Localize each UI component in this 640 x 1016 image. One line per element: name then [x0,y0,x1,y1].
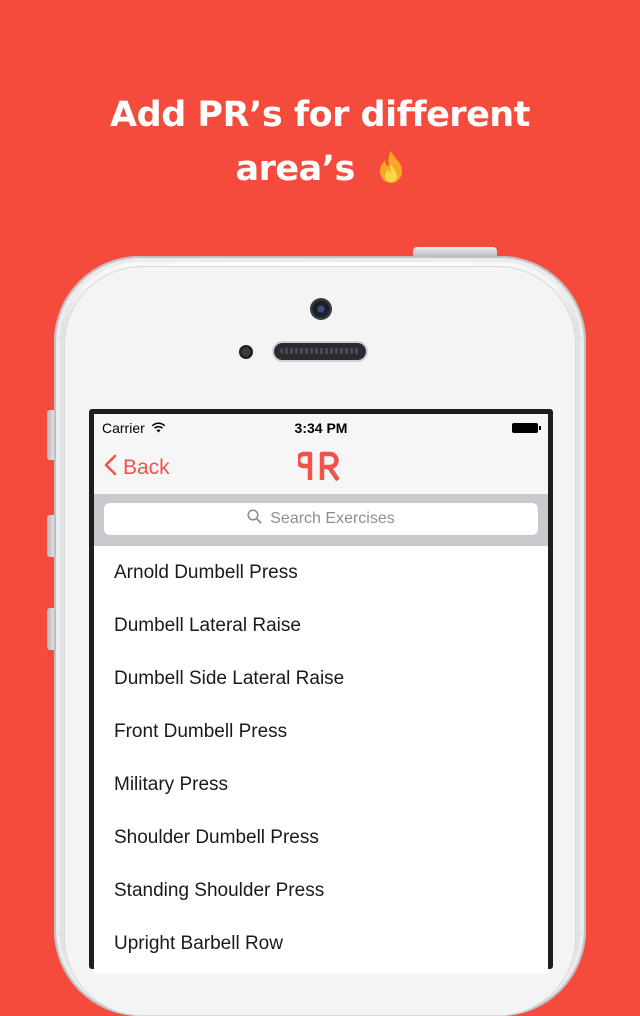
fire-icon [377,146,405,200]
back-button[interactable]: Back [104,454,170,482]
back-label: Back [123,456,170,479]
list-item[interactable]: Front Dumbell Press [94,705,548,758]
list-item[interactable]: Upright Barbell Row [94,917,548,970]
proximity-sensor [239,345,253,359]
list-item[interactable]: Dumbell Side Lateral Raise [94,652,548,705]
search-placeholder: Search Exercises [270,510,395,527]
headline-line-2: area’s [235,149,355,189]
exercise-list: Arnold Dumbell Press Dumbell Lateral Rai… [94,546,548,970]
headline: Add PR’s for different area’s [0,88,640,200]
search-bar: Search Exercises [94,494,548,546]
list-item[interactable]: Arnold Dumbell Press [94,546,548,599]
magnifier-icon [247,509,262,529]
headline-line-1: Add PR’s for different [110,95,530,135]
list-item[interactable]: Standing Shoulder Press [94,864,548,917]
earpiece-speaker [274,343,366,360]
chevron-left-icon [104,454,117,482]
navigation-bar: Back [94,440,548,495]
status-time: 3:34 PM [294,420,348,436]
front-camera [310,298,332,320]
status-bar: Carrier 3:34 PM [94,414,548,440]
list-item[interactable]: Dumbell Lateral Raise [94,599,548,652]
battery-icon [512,423,541,433]
list-item[interactable]: Shoulder Dumbell Press [94,811,548,864]
search-input[interactable]: Search Exercises [104,503,538,535]
app-screen: Carrier 3:34 PM Back Search Exercises Ar… [94,414,548,974]
phone-power-button [413,247,497,256]
list-item[interactable]: Military Press [94,758,548,811]
app-logo [295,450,344,489]
